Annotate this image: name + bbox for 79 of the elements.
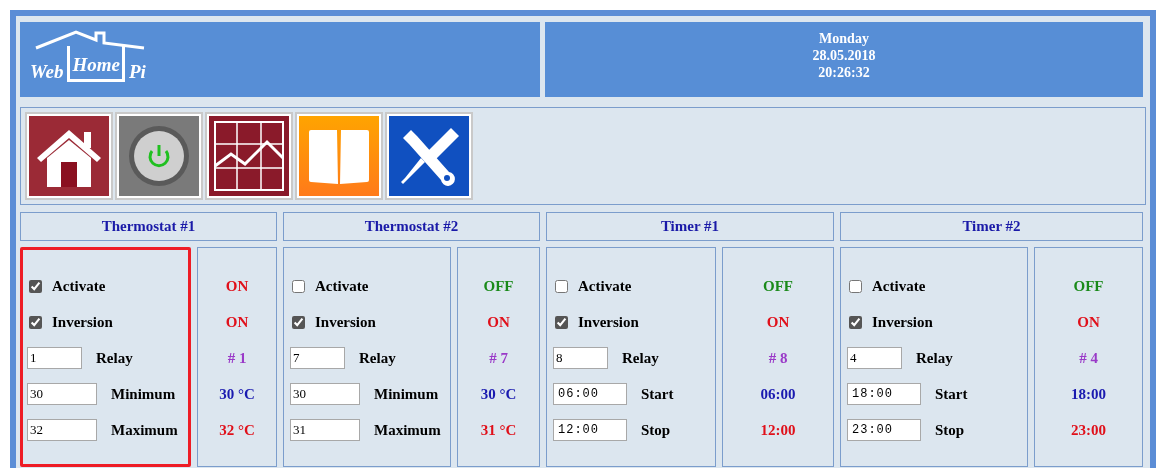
field-label: Activate bbox=[315, 276, 369, 296]
field-label: Activate bbox=[578, 276, 632, 296]
field-label: Relay bbox=[916, 348, 953, 368]
status-text: 06:00 bbox=[760, 384, 796, 404]
status-text: ON bbox=[225, 276, 249, 296]
field-label: Relay bbox=[359, 348, 396, 368]
status-text: 32 °C bbox=[219, 420, 255, 440]
nav-button[interactable] bbox=[385, 112, 473, 200]
field-label: Start bbox=[641, 384, 674, 404]
status-text: OFF bbox=[1073, 276, 1104, 296]
number-field[interactable]: 7 bbox=[290, 347, 345, 369]
field-label: Start bbox=[935, 384, 968, 404]
checkbox[interactable] bbox=[29, 315, 42, 329]
chart-icon bbox=[209, 116, 289, 196]
status-text: OFF bbox=[483, 276, 514, 296]
number-field[interactable]: 4 bbox=[847, 347, 902, 369]
time-text: 20:26:32 bbox=[818, 64, 870, 81]
status-text: # 1 bbox=[227, 348, 247, 368]
field-label: Maximum bbox=[374, 420, 441, 440]
field-label: Inversion bbox=[52, 312, 113, 332]
checkbox[interactable] bbox=[555, 315, 568, 329]
nav-button[interactable] bbox=[25, 112, 113, 200]
status-text: # 4 bbox=[1079, 348, 1098, 368]
status-text: ON bbox=[487, 312, 510, 332]
status-text: ON bbox=[766, 312, 790, 332]
field-label: Minimum bbox=[111, 384, 176, 404]
number-field[interactable]: 31 bbox=[290, 419, 360, 441]
panel-title: Thermostat #1 bbox=[20, 212, 277, 241]
panel-title: Timer #1 bbox=[546, 212, 834, 241]
field-label: Stop bbox=[935, 420, 965, 440]
time-field[interactable]: 12:00 bbox=[553, 419, 627, 441]
time-field[interactable]: 18:00 bbox=[847, 383, 921, 405]
logo-text: Home bbox=[72, 53, 120, 75]
status-text: 30 °C bbox=[219, 384, 255, 404]
number-field[interactable]: 1 bbox=[27, 347, 82, 369]
time-field[interactable]: 23:00 bbox=[847, 419, 921, 441]
nav-button[interactable] bbox=[115, 112, 203, 200]
home-icon bbox=[29, 116, 109, 196]
field-label: Relay bbox=[622, 348, 659, 368]
status-text: 31 °C bbox=[480, 420, 517, 440]
time-field[interactable]: 06:00 bbox=[553, 383, 627, 405]
field-label: Activate bbox=[872, 276, 926, 296]
status-text: ON bbox=[225, 312, 249, 332]
tools-icon bbox=[389, 116, 469, 196]
status-text: ON bbox=[1077, 312, 1100, 332]
checkbox[interactable] bbox=[292, 315, 305, 329]
checkbox[interactable] bbox=[29, 279, 42, 293]
number-field[interactable]: 30 bbox=[27, 383, 97, 405]
nav-button[interactable] bbox=[205, 112, 293, 200]
field-label: Minimum bbox=[374, 384, 439, 404]
status-text: 18:00 bbox=[1071, 384, 1106, 404]
date-text: 28.05.2018 bbox=[812, 47, 876, 64]
power-button-icon bbox=[119, 116, 199, 196]
day-text: Monday bbox=[819, 30, 869, 47]
panel-title: Thermostat #2 bbox=[283, 212, 540, 241]
field-label: Inversion bbox=[872, 312, 933, 332]
logo-text: Pi bbox=[128, 61, 146, 82]
book-icon bbox=[299, 116, 379, 196]
logo-text: Web bbox=[30, 61, 64, 82]
number-field[interactable]: 32 bbox=[27, 419, 97, 441]
field-label: Inversion bbox=[315, 312, 376, 332]
field-label: Inversion bbox=[578, 312, 639, 332]
checkbox[interactable] bbox=[849, 315, 862, 329]
field-label: Maximum bbox=[111, 420, 178, 440]
number-field[interactable]: 8 bbox=[553, 347, 608, 369]
number-field[interactable]: 30 bbox=[290, 383, 360, 405]
field-label: Activate bbox=[52, 276, 106, 296]
panel-title: Timer #2 bbox=[840, 212, 1143, 241]
checkbox[interactable] bbox=[555, 279, 568, 293]
status-text: 23:00 bbox=[1071, 420, 1106, 440]
status-text: # 8 bbox=[768, 348, 788, 368]
checkbox[interactable] bbox=[849, 279, 862, 293]
field-label: Relay bbox=[96, 348, 133, 368]
status-text: 12:00 bbox=[760, 420, 796, 440]
field-label: Stop bbox=[641, 420, 671, 440]
checkbox[interactable] bbox=[292, 279, 305, 293]
status-text: OFF bbox=[763, 276, 793, 296]
status-text: # 7 bbox=[489, 348, 508, 368]
status-text: 30 °C bbox=[480, 384, 517, 404]
